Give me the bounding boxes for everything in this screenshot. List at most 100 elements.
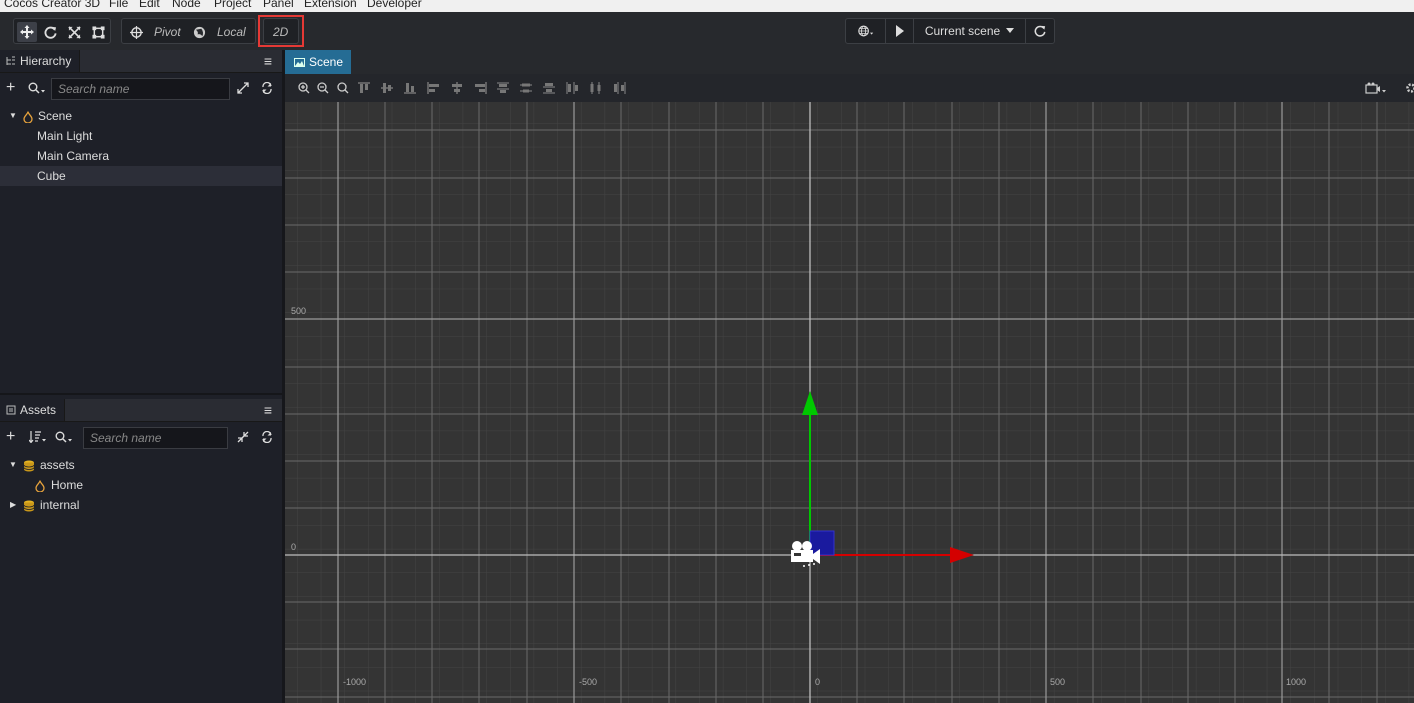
menu-file[interactable]: File (109, 0, 128, 10)
tree-label: Main Light (37, 129, 93, 143)
rect-tool-button[interactable] (88, 22, 108, 42)
refresh-icon (1034, 25, 1046, 37)
align-left-icon[interactable] (426, 80, 442, 96)
caret-right-icon[interactable]: ▶ (10, 495, 16, 515)
rect-icon (91, 25, 105, 39)
move-tool-button[interactable] (17, 22, 37, 42)
scene-select-dropdown[interactable]: Current scene (914, 19, 1026, 43)
scale-tool-button[interactable] (64, 22, 84, 42)
platform-dropdown[interactable] (846, 19, 886, 43)
refresh-preview-button[interactable] (1026, 19, 1054, 43)
distribute-right-icon[interactable] (611, 80, 627, 96)
scene-tab-label: Scene (309, 55, 344, 69)
menu-panel[interactable]: Panel (263, 0, 294, 10)
distribute-top-icon[interactable] (495, 80, 511, 96)
camera-icon (1365, 82, 1386, 94)
pivot-toggle-button[interactable] (126, 22, 146, 42)
caret-down-icon[interactable]: ▼ (9, 455, 17, 475)
caret-down-icon[interactable]: ▼ (9, 106, 17, 126)
tab-scene[interactable]: Scene (285, 50, 351, 74)
zoom-reset-icon[interactable] (335, 80, 351, 96)
distribute-hcenter-icon[interactable] (588, 80, 604, 96)
hierarchy-toolbar: + Search name (0, 75, 282, 101)
tree-label: Cube (37, 169, 66, 183)
pivot-label[interactable]: Pivot (154, 25, 181, 39)
tree-label-home: Home (51, 478, 84, 492)
menu-developer[interactable]: Developer (367, 0, 422, 10)
zoom-in-icon[interactable] (296, 80, 312, 96)
play-button[interactable] (886, 19, 914, 43)
tree-item-main-camera[interactable]: Main Camera (0, 146, 282, 166)
hierarchy-refresh-icon[interactable] (261, 79, 273, 97)
assets-header: Assets ≡ (0, 399, 282, 422)
pivot-local-group: Pivot Local (121, 18, 256, 44)
scene-camera-dropdown[interactable] (1363, 80, 1389, 96)
tree-item-main-light[interactable]: Main Light (0, 126, 282, 146)
align-vcenter-icon[interactable] (379, 80, 395, 96)
menu-node[interactable]: Node (172, 0, 201, 10)
camera-gizmo-icon[interactable] (789, 538, 823, 568)
sort-icon[interactable] (29, 428, 47, 446)
local-toggle-button[interactable] (189, 22, 209, 42)
tree-label-scene: Scene (38, 109, 73, 123)
align-right-icon[interactable] (472, 80, 488, 96)
assets-search-input[interactable]: Search name (83, 427, 228, 449)
search-icon (28, 82, 45, 94)
scene-image-icon (294, 57, 305, 67)
x-axis-label-0: 0 (815, 677, 821, 687)
scene-toolbar (285, 74, 1414, 102)
scene-file-icon (35, 475, 45, 495)
menu-project[interactable]: Project (214, 0, 251, 10)
distribute-vcenter-icon[interactable] (518, 80, 534, 96)
hierarchy-menu-icon[interactable]: ≡ (264, 53, 272, 69)
tree-item-home[interactable]: Home (0, 475, 282, 495)
assets-add-icon[interactable]: + (6, 428, 15, 446)
globe-local-icon (193, 26, 205, 38)
rotate-tool-button[interactable] (40, 22, 60, 42)
panel-splitter[interactable] (0, 393, 282, 395)
tab-assets[interactable]: Assets (0, 399, 66, 421)
hierarchy-search-input[interactable]: Search name (51, 78, 230, 100)
transform-tools (13, 18, 111, 44)
play-icon (895, 25, 904, 37)
tree-item-internal[interactable]: ▶ internal (0, 495, 282, 515)
x-axis-label-500: 500 (1050, 677, 1066, 687)
hierarchy-search-type-icon[interactable] (28, 79, 46, 97)
search-icon (55, 431, 72, 443)
zoom-out-icon[interactable] (315, 80, 331, 96)
distribute-bottom-icon[interactable] (541, 80, 557, 96)
hierarchy-icon (6, 56, 15, 65)
scene-settings-icon[interactable] (1403, 80, 1414, 96)
database-icon (23, 455, 35, 475)
tree-label: Main Camera (37, 149, 110, 163)
local-label[interactable]: Local (217, 25, 246, 39)
x-axis-label-1000: 1000 (1286, 677, 1307, 687)
collapse-all-icon[interactable] (237, 428, 249, 446)
left-panel: Hierarchy ≡ + Search name ▼ Scene Main L… (0, 50, 282, 703)
assets-menu-icon[interactable]: ≡ (264, 402, 272, 418)
menu-edit[interactable]: Edit (139, 0, 160, 10)
expand-all-icon[interactable] (237, 79, 249, 97)
hierarchy-add-icon[interactable]: + (6, 79, 15, 97)
tree-item-scene[interactable]: ▼ Scene (0, 106, 282, 126)
align-top-icon[interactable] (356, 80, 372, 96)
hierarchy-header: Hierarchy ≡ (0, 50, 282, 73)
assets-refresh-icon[interactable] (261, 428, 273, 446)
tab-hierarchy[interactable]: Hierarchy (0, 50, 81, 72)
align-bottom-icon[interactable] (402, 80, 418, 96)
tree-label-internal: internal (40, 498, 80, 512)
align-hcenter-icon[interactable] (449, 80, 465, 96)
tree-item-assets-db[interactable]: ▼ assets (0, 455, 282, 475)
main-toolbar: Pivot Local 2D Current scene (0, 12, 1414, 51)
hierarchy-title: Hierarchy (20, 54, 72, 68)
gizmo-y-arrow-icon[interactable] (802, 391, 818, 415)
gizmo-x-arrow-icon[interactable] (950, 547, 974, 563)
tree-item-cube[interactable]: Cube (0, 166, 282, 186)
scene-panel-header: Scene (285, 50, 1414, 74)
y-axis-label-0: 0 (291, 542, 297, 552)
x-axis-label-neg1000: -1000 (343, 677, 367, 687)
scene-viewport[interactable]: 500 0 -1000 -500 0 500 1000 (285, 102, 1414, 703)
menu-extension[interactable]: Extension (304, 0, 357, 10)
distribute-left-icon[interactable] (565, 80, 581, 96)
assets-search-type-icon[interactable] (55, 428, 73, 446)
